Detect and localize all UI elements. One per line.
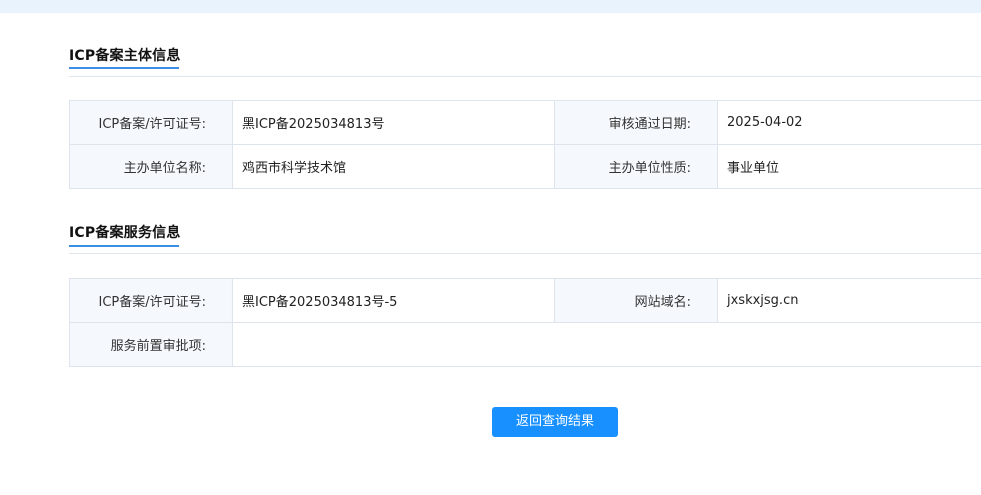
section-title-entity: ICP备案主体信息 <box>69 48 181 64</box>
table-row: ICP备案/许可证号: 黑ICP备2025034813号 审核通过日期: 202… <box>69 100 981 145</box>
service-license-label: ICP备案/许可证号: <box>69 278 233 323</box>
section-title-service: ICP备案服务信息 <box>69 225 181 241</box>
section-divider <box>69 253 981 254</box>
table-row: ICP备案/许可证号: 黑ICP备2025034813号-5 网站域名: jxs… <box>69 278 981 323</box>
top-banner <box>0 0 981 13</box>
table-row: 服务前置审批项: <box>69 322 981 367</box>
license-number-value: 黑ICP备2025034813号 <box>232 100 555 145</box>
back-to-results-button[interactable]: 返回查询结果 <box>492 407 618 437</box>
approval-date-value: 2025-04-02 <box>717 100 981 145</box>
organizer-type-label: 主办单位性质: <box>554 144 718 189</box>
license-number-label: ICP备案/许可证号: <box>69 100 233 145</box>
domain-label: 网站域名: <box>554 278 718 323</box>
organizer-name-value: 鸡西市科学技术馆 <box>232 144 555 189</box>
approval-date-label: 审核通过日期: <box>554 100 718 145</box>
entity-info-table: ICP备案/许可证号: 黑ICP备2025034813号 审核通过日期: 202… <box>69 100 981 189</box>
organizer-type-value: 事业单位 <box>717 144 981 189</box>
domain-value: jxskxjsg.cn <box>717 278 981 323</box>
service-license-value: 黑ICP备2025034813号-5 <box>232 278 555 323</box>
section-title-underline <box>69 67 179 69</box>
table-row: 主办单位名称: 鸡西市科学技术馆 主办单位性质: 事业单位 <box>69 144 981 189</box>
section-title-underline <box>69 245 179 247</box>
pre-approval-value <box>232 322 981 367</box>
pre-approval-label: 服务前置审批项: <box>69 322 233 367</box>
section-divider <box>69 76 981 77</box>
service-info-table: ICP备案/许可证号: 黑ICP备2025034813号-5 网站域名: jxs… <box>69 278 981 367</box>
organizer-name-label: 主办单位名称: <box>69 144 233 189</box>
